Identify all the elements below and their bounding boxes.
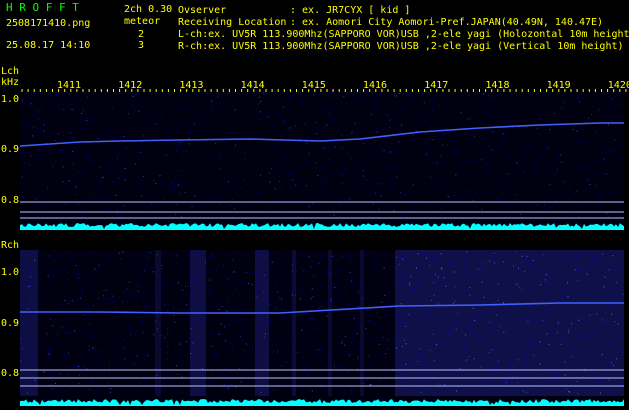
noise-band xyxy=(328,250,332,396)
spectrogram-background xyxy=(20,92,624,230)
rch-spectrogram-canvas xyxy=(20,250,624,406)
lch-tick-0-9: 0.9 xyxy=(1,144,20,155)
lch-tick-0-8: 0.8 xyxy=(1,195,20,206)
timestamp-label: 25.08.17 14:10 xyxy=(6,40,91,51)
filename-label: 2508171410.png xyxy=(6,18,91,29)
rch-label: Rch xyxy=(1,240,20,251)
lch-spectrogram-canvas xyxy=(20,92,624,230)
location-label: Receiving Location xyxy=(178,17,287,28)
app-logo: H R O F F T xyxy=(6,1,79,14)
mode-label: meteor xyxy=(124,16,161,27)
observer-label: Ovserver xyxy=(178,5,227,16)
rch-info: R-ch:ex. UV5R 113.900Mhz(SAPPORO VOR)USB… xyxy=(178,41,624,52)
time-tick-marks xyxy=(21,89,627,92)
lch-tick-1-0: 1.0 xyxy=(1,94,20,105)
rch-count: 3 xyxy=(138,40,145,51)
noise-band xyxy=(190,250,206,396)
hrofft-window: H R O F F T 2ch 0.30 2508171410.png mete… xyxy=(0,0,629,410)
lch-info: L-ch:ex. UV5R 113.900Mhz(SAPPORO VOR)USB… xyxy=(178,29,629,40)
location-value: : ex. Aomori City Aomori-Pref.JAPAN(40.4… xyxy=(290,17,604,28)
rch-tick-0-8: 0.8 xyxy=(1,368,20,379)
rch-tick-0-9: 0.9 xyxy=(1,318,20,329)
rch-tick-1-0: 1.0 xyxy=(1,267,20,278)
lch-spectrogram xyxy=(20,92,624,230)
rch-spectrogram xyxy=(20,250,624,406)
observer-value: : ex. JR7CYX [ kid ] xyxy=(290,5,411,16)
noise-band xyxy=(255,250,269,396)
noise-band xyxy=(360,250,364,396)
version-label: 2ch 0.30 xyxy=(124,4,173,15)
